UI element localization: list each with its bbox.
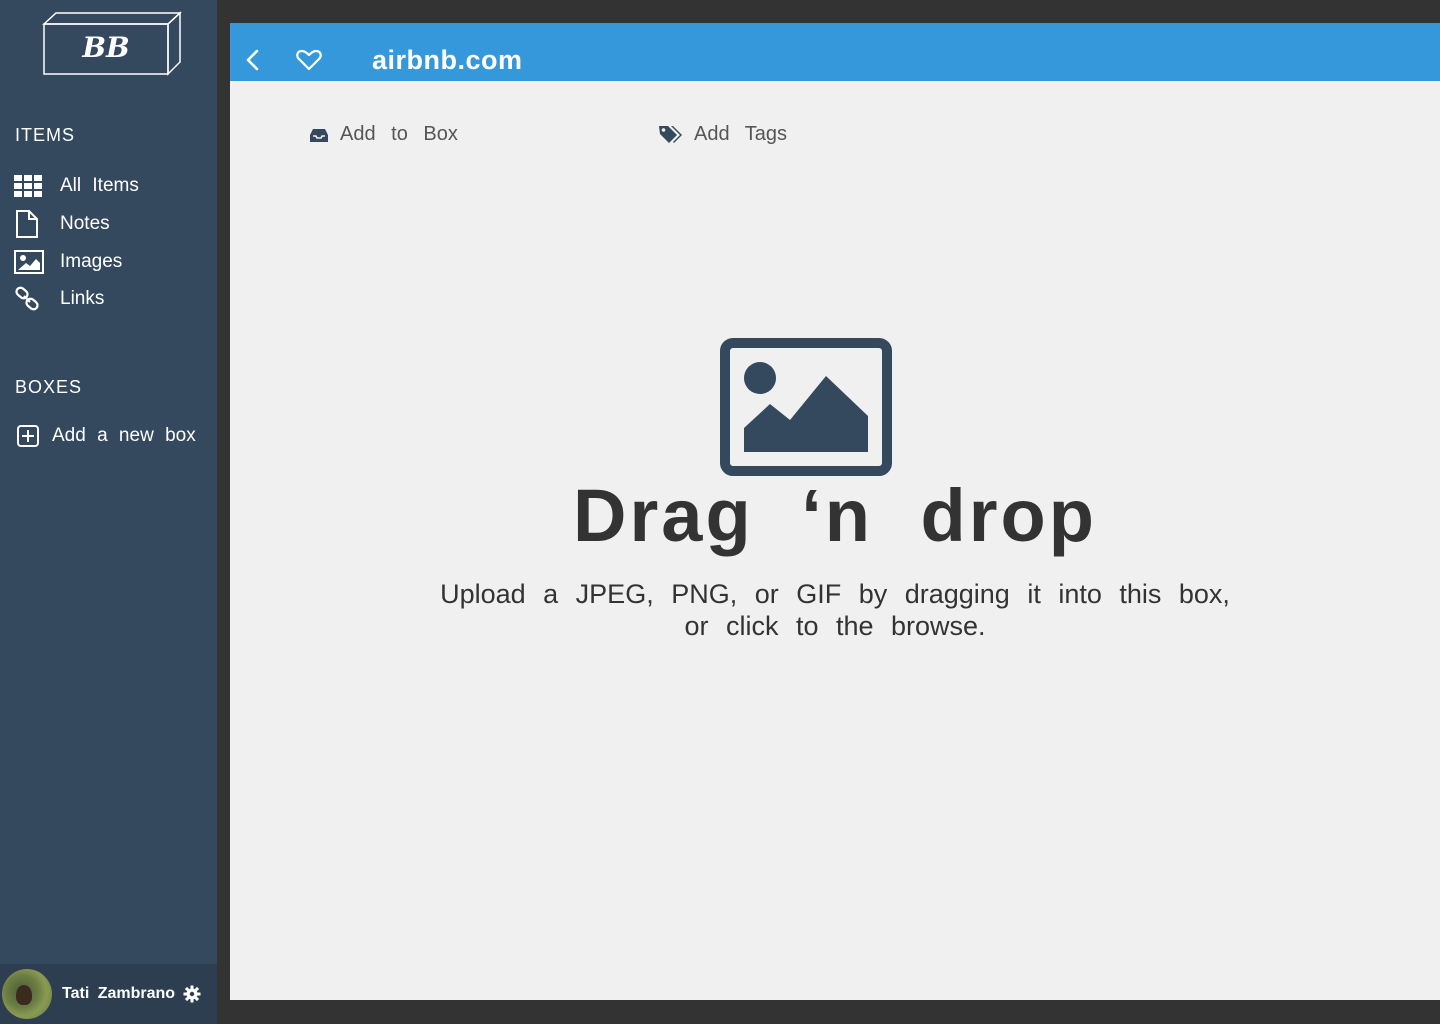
grid-icon (14, 172, 44, 200)
drop-subtitle: Upload a JPEG, PNG, or GIF by dragging i… (410, 578, 1260, 642)
link-icon (14, 285, 44, 313)
main-panel: airbnb.com Add to Box Add Tags Drag ‘n d… (230, 23, 1440, 1000)
add-tags-button[interactable]: Add Tags (658, 123, 787, 146)
sidebar-item-links[interactable]: Links (14, 283, 104, 315)
sidebar-item-label: All Items (60, 175, 139, 196)
sidebar-item-label: Notes (60, 213, 110, 234)
sidebar-item-notes[interactable]: Notes (14, 208, 110, 240)
drop-title: Drag ‘n drop (573, 474, 1097, 557)
boxes-section-title: BOXES (15, 377, 83, 397)
chevron-left-icon (246, 49, 259, 71)
plus-square-icon (16, 422, 40, 450)
box-logo-icon: BB (42, 11, 182, 76)
tags-icon (658, 124, 684, 146)
favorite-button[interactable] (296, 49, 322, 76)
add-to-box-button[interactable]: Add to Box (308, 123, 458, 146)
sidebar-item-images[interactable]: Images (14, 246, 122, 278)
avatar[interactable] (2, 969, 52, 1019)
back-button[interactable] (244, 49, 262, 76)
image-icon (14, 248, 44, 276)
add-box-button[interactable]: Add a new box (16, 420, 196, 452)
user-name: Tati Zambrano (62, 985, 176, 1002)
add-tags-label: Add Tags (694, 123, 788, 145)
gear-icon[interactable] (183, 985, 201, 1003)
sidebar: BB ITEMS All Items Notes Images Links BO… (0, 0, 217, 1024)
add-to-box-label: Add to Box (340, 123, 458, 145)
add-box-label: Add a new box (52, 425, 196, 446)
drop-subtitle-line: Upload a JPEG, PNG, or GIF by dragging i… (440, 579, 1230, 609)
top-bar: airbnb.com (230, 23, 1440, 81)
drop-subtitle-line: or click to the browse. (684, 611, 986, 641)
document-icon (14, 210, 44, 238)
items-section-title: ITEMS (15, 125, 76, 145)
image-placeholder-icon (720, 338, 892, 481)
divider (217, 0, 230, 1024)
sidebar-item-all-items[interactable]: All Items (14, 170, 139, 202)
logo-text: BB (81, 31, 129, 64)
user-bar: Tati Zambrano (0, 964, 217, 1024)
logo[interactable]: BB (40, 10, 182, 76)
inbox-icon (308, 126, 330, 144)
sidebar-item-label: Images (60, 251, 123, 272)
page-title: airbnb.com (372, 45, 523, 75)
sidebar-item-label: Links (60, 288, 105, 309)
heart-icon (296, 49, 322, 71)
drop-zone[interactable]: Drag ‘n drop Upload a JPEG, PNG, or GIF … (410, 323, 1260, 643)
